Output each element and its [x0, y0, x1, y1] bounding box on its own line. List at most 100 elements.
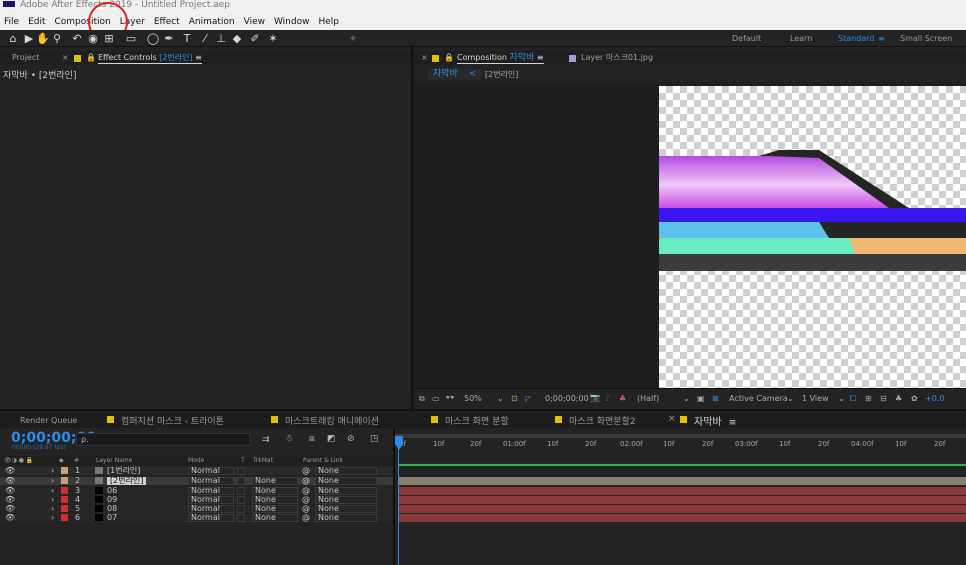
clone-stamp-tool-icon[interactable]: ⊥: [214, 32, 228, 45]
expand-chevron-icon[interactable]: ›: [51, 477, 54, 485]
col-layer-name[interactable]: Layer Name: [96, 456, 132, 465]
pickwhip-icon[interactable]: @: [302, 514, 310, 522]
tab-mask-tracking[interactable]: 마스크트래킹 애니메이션: [285, 414, 379, 427]
tab-menu-icon[interactable]: ≡: [195, 53, 202, 62]
expand-chevron-icon[interactable]: ›: [51, 487, 54, 495]
layer-label-color[interactable]: [61, 505, 68, 512]
blend-mode-select[interactable]: Normal: [188, 514, 234, 522]
magnification-select[interactable]: 50%: [464, 394, 482, 403]
layer-bar-3[interactable]: [399, 487, 966, 495]
preserve-transparency-toggle[interactable]: [237, 514, 245, 522]
pickwhip-icon[interactable]: @: [302, 496, 310, 504]
menu-window[interactable]: Window: [274, 17, 310, 27]
layer-row-3[interactable]: 👁 › 3 06 Normal None @ None: [0, 487, 393, 495]
show-snapshot-icon[interactable]: ♪: [605, 394, 610, 403]
workspace-small-screen[interactable]: Small Screen: [900, 34, 952, 43]
pan-behind-tool-icon[interactable]: ⊞: [102, 32, 116, 45]
menu-composition[interactable]: Composition: [55, 17, 111, 27]
layer-row-4[interactable]: 👁 › 4 09 Normal None @ None: [0, 496, 393, 504]
tab-mask-split[interactable]: 마스크 화면 분할: [445, 414, 509, 427]
graph-editor-icon[interactable]: ◳: [370, 434, 379, 444]
tab-close-icon[interactable]: ×: [62, 51, 69, 65]
transparency-grid-icon[interactable]: ⊠: [712, 394, 719, 403]
layer-name[interactable]: 07: [107, 514, 117, 522]
snapshot-icon[interactable]: 📷: [590, 393, 600, 402]
tab-render-queue[interactable]: Render Queue: [20, 416, 77, 425]
viewer-timecode[interactable]: 0;00;00;00: [545, 394, 589, 403]
hand-tool-icon[interactable]: ✋: [36, 32, 50, 45]
layer-bar-2[interactable]: [399, 477, 966, 485]
parent-select[interactable]: None: [315, 487, 377, 495]
view-layout-select[interactable]: 1 View: [802, 394, 829, 403]
menu-view[interactable]: View: [244, 17, 265, 27]
menu-edit[interactable]: Edit: [28, 17, 45, 27]
zoom-tool-icon[interactable]: ⚲: [50, 32, 64, 45]
workspace-learn[interactable]: Learn: [790, 34, 812, 43]
parent-select[interactable]: None: [315, 514, 377, 522]
channel-icon[interactable]: ♣: [619, 394, 626, 403]
layer-bar-6[interactable]: [399, 514, 966, 522]
visibility-eye-icon[interactable]: 👁: [5, 505, 15, 513]
layer-name[interactable]: 06: [107, 487, 117, 495]
workspace-menu-icon[interactable]: ≡: [878, 34, 885, 43]
expand-chevron-icon[interactable]: ›: [51, 467, 54, 475]
tab-mask-split-2[interactable]: 마스크 화면분할2: [569, 414, 636, 427]
track-matte-select[interactable]: None: [252, 496, 298, 504]
blend-mode-select[interactable]: Normal: [188, 496, 234, 504]
preserve-transparency-toggle[interactable]: [237, 496, 245, 504]
blend-mode-select[interactable]: Normal: [188, 467, 234, 475]
menu-effect[interactable]: Effect: [154, 17, 180, 27]
track-matte-select[interactable]: None: [252, 487, 298, 495]
layer-label-color[interactable]: [61, 496, 68, 503]
track-matte-select[interactable]: None: [252, 514, 298, 522]
blend-mode-select[interactable]: Normal: [188, 487, 234, 495]
pickwhip-icon[interactable]: @: [302, 487, 310, 495]
comp-flow-previous[interactable]: [2번라인]: [485, 69, 518, 80]
pen-tool-icon[interactable]: ✒: [162, 32, 176, 45]
parent-select[interactable]: None: [315, 467, 377, 475]
camera-chevron-icon[interactable]: ⌄: [787, 394, 794, 403]
visibility-eye-icon[interactable]: 👁: [5, 467, 15, 475]
comp-tab-close-icon[interactable]: ×: [421, 51, 428, 65]
expand-chevron-icon[interactable]: ›: [51, 496, 54, 504]
layer-label-color[interactable]: [61, 467, 68, 474]
pickwhip-icon[interactable]: @: [302, 505, 310, 513]
exposure-value[interactable]: +0.0: [925, 394, 944, 403]
layer-name[interactable]: [2번라인]: [107, 477, 147, 485]
chevron-down-icon[interactable]: ⌄: [497, 394, 504, 403]
work-area-bar[interactable]: [395, 434, 966, 438]
always-preview-icon[interactable]: ⧉: [419, 394, 425, 404]
shy-layers-icon[interactable]: ☃: [285, 434, 293, 444]
fit-icon[interactable]: ⊡: [511, 394, 518, 403]
layer-bar-1[interactable]: [399, 462, 966, 466]
menu-layer[interactable]: Layer: [120, 17, 145, 27]
frame-blending-icon[interactable]: ⧈: [309, 434, 315, 444]
layer-label-color[interactable]: [61, 514, 68, 521]
layer-label-color[interactable]: [61, 487, 68, 494]
visibility-eye-icon[interactable]: 👁: [5, 496, 15, 504]
preserve-transparency-toggle[interactable]: [237, 487, 245, 495]
camera-tool-icon[interactable]: ◉: [86, 32, 100, 45]
preserve-transparency-toggle[interactable]: [237, 505, 245, 513]
resolution-select[interactable]: (Half): [637, 394, 659, 403]
tab-subtitle-bar[interactable]: 자막바 ≡: [694, 413, 737, 429]
region-of-interest-icon[interactable]: ◸: [525, 394, 531, 403]
layer-row-6[interactable]: 👁 › 6 07 Normal None @ None: [0, 514, 393, 522]
layer-row-5[interactable]: 👁 › 5 08 Normal None @ None: [0, 505, 393, 513]
selection-tool-icon[interactable]: ▶: [22, 32, 36, 45]
track-matte-select[interactable]: None: [252, 477, 298, 485]
parent-select[interactable]: None: [315, 505, 377, 513]
timeline-tab-menu-icon[interactable]: ≡: [729, 418, 737, 428]
layer-name[interactable]: [1번라인]: [107, 467, 140, 475]
lock-icon[interactable]: 🔒: [86, 51, 96, 65]
puppet-tool-icon[interactable]: ✶: [266, 32, 280, 45]
anchor-handle[interactable]: [659, 236, 662, 239]
ellipse-tool-icon[interactable]: ◯: [146, 32, 160, 45]
exposure-icon[interactable]: ✿: [911, 394, 918, 403]
comp-flow-current[interactable]: 자막바 <: [428, 69, 482, 80]
layer-row-1[interactable]: 👁 › 1 [1번라인] Normal @ None: [0, 467, 393, 475]
parent-select[interactable]: None: [315, 477, 377, 485]
view-chevron-icon[interactable]: ⌄: [838, 394, 845, 403]
parent-select[interactable]: None: [315, 496, 377, 504]
render-icon[interactable]: ⊞: [865, 394, 872, 403]
